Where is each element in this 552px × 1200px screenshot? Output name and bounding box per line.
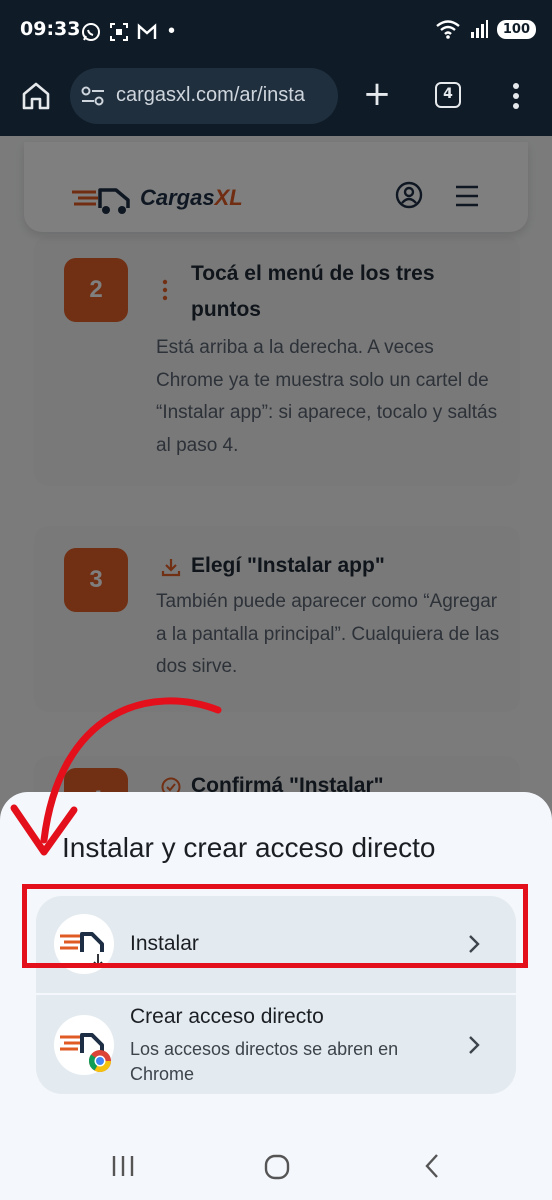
system-navigation-bar	[0, 1130, 552, 1200]
status-time: 09:33	[20, 18, 81, 40]
browser-toolbar: cargasxl.com/ar/insta + 4	[0, 64, 552, 136]
back-icon[interactable]	[422, 1152, 442, 1180]
notification-icons: •	[80, 20, 175, 43]
system-icons: 100	[435, 18, 536, 40]
create-shortcut-option[interactable]: Crear acceso directo Los accesos directo…	[36, 995, 516, 1094]
site-settings-icon[interactable]	[80, 84, 106, 108]
home-nav-icon[interactable]	[264, 1154, 290, 1180]
home-icon[interactable]	[18, 78, 54, 114]
url-text[interactable]: cargasxl.com/ar/insta	[116, 84, 305, 107]
app-icon	[54, 1015, 114, 1075]
annotation-arrow-icon	[10, 697, 222, 856]
browser-menu-icon[interactable]	[504, 78, 528, 114]
wifi-icon	[436, 20, 460, 39]
annotation-highlight-box	[22, 884, 528, 968]
screenshot-icon	[110, 22, 128, 41]
chevron-right-icon	[469, 1036, 480, 1054]
tab-switcher-button[interactable]: 4	[435, 82, 461, 108]
gmail-icon	[137, 22, 157, 39]
signal-icon	[470, 20, 488, 38]
battery-indicator: 100	[496, 19, 536, 39]
address-bar[interactable]: cargasxl.com/ar/insta	[70, 68, 338, 124]
create-shortcut-label: Crear acceso directo	[130, 1005, 324, 1028]
whatsapp-icon	[82, 22, 100, 41]
recents-icon[interactable]	[110, 1154, 136, 1178]
new-tab-button[interactable]: +	[360, 74, 394, 114]
notification-dot: •	[168, 20, 176, 42]
chrome-icon	[88, 1050, 111, 1072]
create-shortcut-sublabel: Los accesos directos se abren en Chrome	[130, 1039, 399, 1084]
status-bar: 09:33 • 100	[0, 0, 552, 64]
